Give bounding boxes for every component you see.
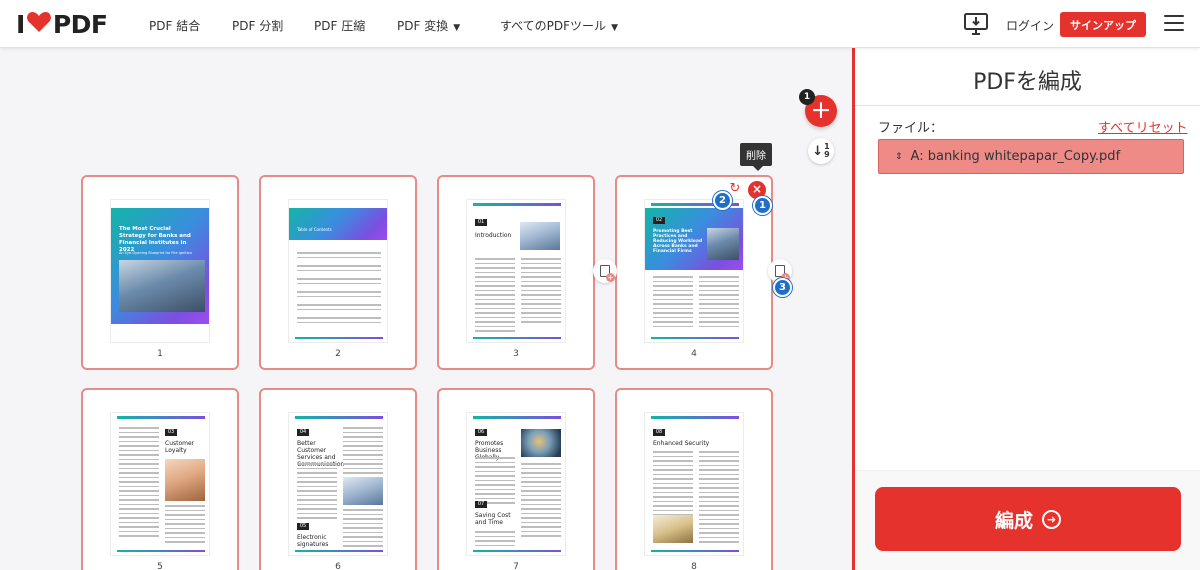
add-page-icon: + [600, 265, 615, 282]
page-preview: 08 Enhanced Security [644, 412, 744, 556]
section-chip: 04 [297, 429, 309, 436]
ilovepdf-logo[interactable]: I PDF [16, 9, 108, 39]
organize-sidebar: PDFを編成 ファイル： すべてリセット ⇕ A: banking whitep… [852, 48, 1200, 570]
page-number: 6 [335, 562, 341, 570]
page-number: 5 [157, 562, 163, 570]
page-thumbnail-1[interactable]: The Most Crucial Strategy for Banks and … [81, 175, 239, 370]
page-photo [520, 222, 560, 250]
page-preview: 04 Better Customer Services and Communic… [288, 412, 388, 556]
page-preview: The Most Crucial Strategy for Banks and … [110, 199, 210, 343]
file-list-item[interactable]: ⇕ A: banking whitepapar_Copy.pdf [878, 139, 1184, 174]
page-photo [343, 477, 383, 505]
nav-convert-pdf[interactable]: PDF 変換 ▼ [397, 17, 460, 34]
page-thumbnail-8[interactable]: 08 Enhanced Security 8 [615, 388, 773, 570]
page-preview: 02 Promoting Best Practices and Reducing… [644, 199, 744, 343]
page-thumbnail-7[interactable]: 06 Promotes Business Globally 07 Saving … [437, 388, 595, 570]
reset-all-link[interactable]: すべてリセット [1098, 117, 1188, 136]
drag-handle-icon[interactable]: ⇕ [895, 152, 903, 162]
page-photo [165, 459, 205, 501]
page-photo [521, 429, 561, 457]
organize-button[interactable]: 編成 ➜ [875, 487, 1181, 551]
nav-all-pdf-tools[interactable]: すべてのPDFツール ▼ [500, 17, 618, 34]
file-count-badge: 1 [799, 89, 815, 105]
page-number: 4 [691, 349, 697, 359]
step-badge-2: 2 [713, 191, 732, 210]
page-preview: 03 Customer Loyalty [110, 412, 210, 556]
page-thumbnail-3[interactable]: 01 Introduction 3 [437, 175, 595, 370]
section-title: Customer Loyalty [165, 440, 195, 454]
step-badge-1: 1 [753, 196, 772, 215]
sidebar-divider [855, 105, 1200, 106]
delete-tooltip: 削除 [740, 143, 772, 171]
signup-button[interactable]: サインアップ [1060, 12, 1146, 37]
section-title-2: Saving Cost and Time [475, 512, 511, 526]
files-label: ファイル： [878, 121, 944, 136]
hamburger-menu-icon[interactable] [1164, 15, 1184, 33]
page-preview: Table of Contents [288, 199, 388, 343]
caret-down-icon: ▼ [611, 23, 618, 33]
page-thumbnail-2[interactable]: Table of Contents 2 [259, 175, 417, 370]
section-chip-2: 07 [475, 501, 487, 508]
page-thumbnail-4[interactable]: 02 Promoting Best Practices and Reducing… [615, 175, 773, 370]
page-number: 3 [513, 349, 519, 359]
logo-text-i: I [16, 9, 25, 39]
nav-split-pdf[interactable]: PDF 分割 [232, 17, 283, 34]
heart-icon [26, 10, 52, 39]
sort-pages-button[interactable]: ↓ 19 [808, 138, 834, 164]
page-number: 7 [513, 562, 519, 570]
section-chip: 06 [475, 429, 487, 436]
cover-subtitle: An Eye-Opening Blueprint for Fire Igniti… [119, 251, 192, 255]
section-title: Introduction [475, 232, 512, 239]
section-chip: 02 [653, 217, 665, 224]
section-chip: 03 [165, 429, 177, 436]
section-chip: 08 [653, 429, 665, 436]
sort-label-bottom: 9 [824, 150, 830, 159]
nav-compress-pdf[interactable]: PDF 圧縮 [314, 17, 365, 34]
page-workspace: 1 + ↓ 19 The Most Crucial Strategy for B… [0, 48, 852, 570]
add-page-icon: + [775, 265, 790, 282]
toc-title: Table of Contents [297, 227, 332, 232]
page-photo [707, 228, 739, 260]
caret-down-icon: ▼ [453, 23, 461, 33]
desktop-download-icon[interactable] [963, 12, 989, 36]
page-number: 2 [335, 349, 341, 359]
file-name: A: banking whitepapar_Copy.pdf [910, 149, 1121, 164]
page-number: 1 [157, 349, 163, 359]
section-title: Promoting Best Practices and Reducing Wo… [653, 229, 703, 254]
sidebar-footer: 編成 ➜ [855, 470, 1200, 570]
section-title: Enhanced Security [653, 440, 710, 447]
page-thumbnail-5[interactable]: 03 Customer Loyalty 5 [81, 388, 239, 570]
page-photo [653, 515, 693, 543]
login-link[interactable]: ログイン [1006, 17, 1054, 34]
logo-text-pdf: PDF [52, 9, 108, 39]
insert-blank-page-button[interactable]: + [593, 259, 617, 283]
page-thumbnail-6[interactable]: 04 Better Customer Services and Communic… [259, 388, 417, 570]
arrow-right-circle-icon: ➜ [1042, 509, 1061, 529]
page-preview: 06 Promotes Business Globally 07 Saving … [466, 412, 566, 556]
section-chip-2: 05 [297, 523, 309, 530]
section-chip: 01 [475, 219, 487, 226]
page-preview: 01 Introduction [466, 199, 566, 343]
top-navbar: I PDF PDF 結合 PDF 分割 PDF 圧縮 PDF 変換 ▼ すべてのP… [0, 0, 1200, 48]
sort-arrow-icon: ↓ [812, 143, 824, 159]
page-number: 8 [691, 562, 697, 570]
sidebar-title: PDFを編成 [973, 70, 1082, 95]
step-badge-3: 3 [773, 278, 792, 297]
cover-photo [119, 260, 205, 312]
nav-merge-pdf[interactable]: PDF 結合 [149, 17, 200, 34]
section-title-2: Electronic signatures [297, 534, 329, 548]
